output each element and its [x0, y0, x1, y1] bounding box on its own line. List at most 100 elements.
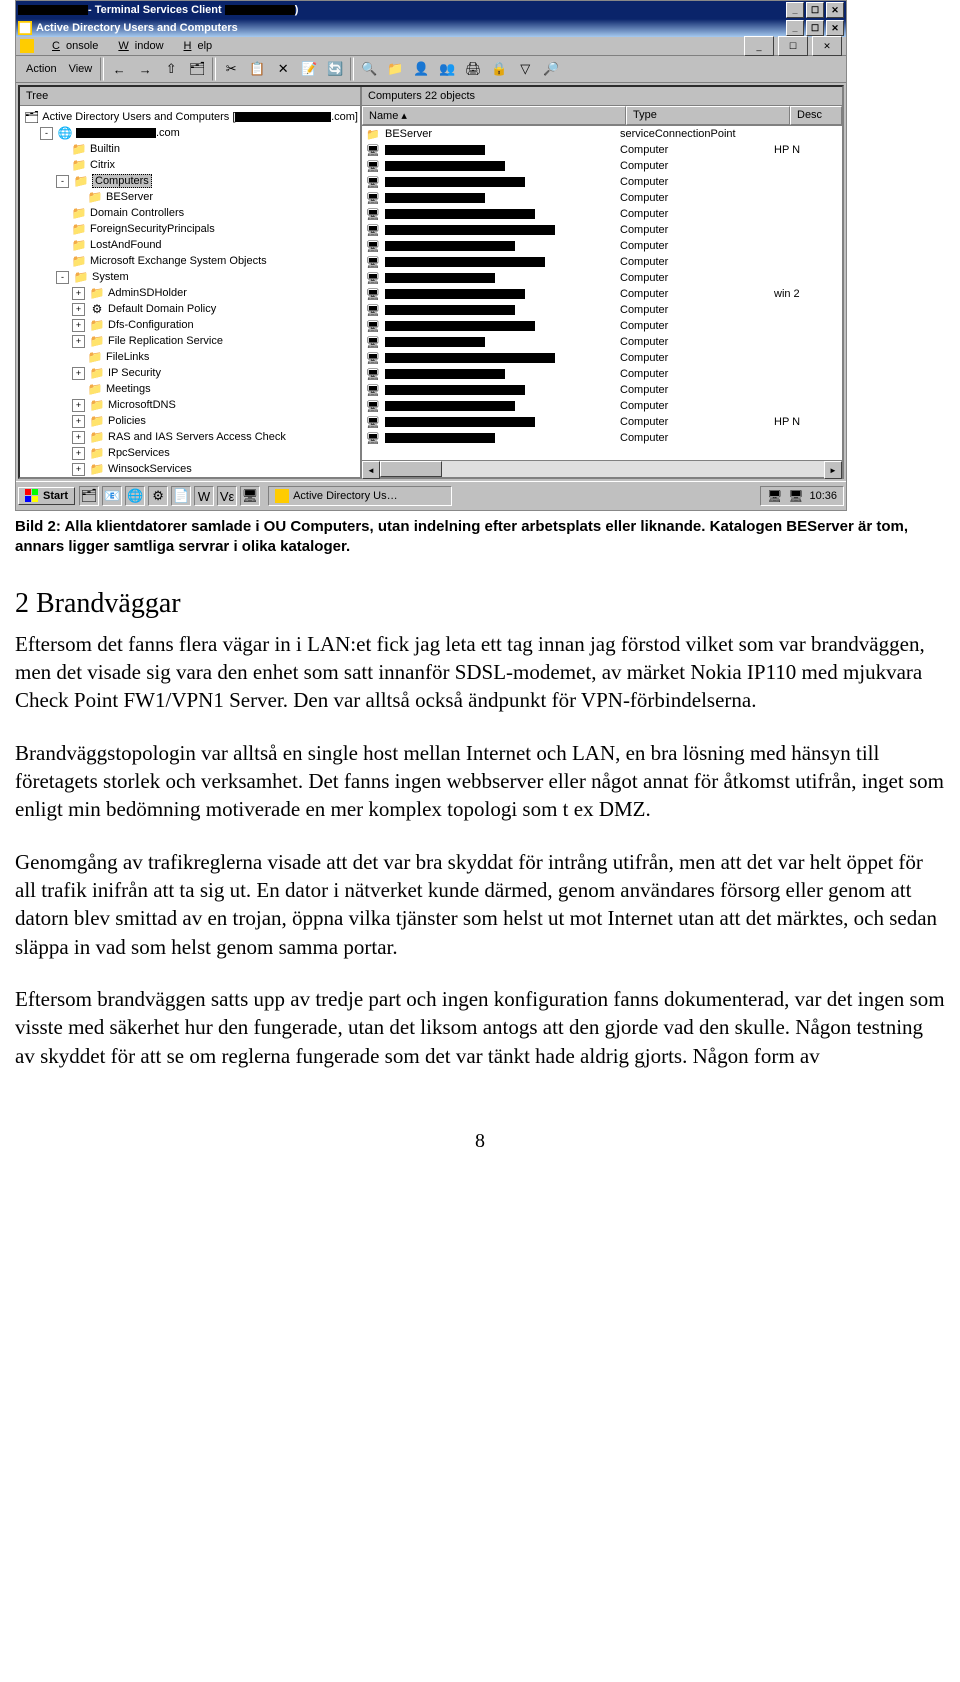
expand-icon[interactable]: +	[72, 463, 85, 476]
quick-launch-icon[interactable]: 🌐	[125, 486, 145, 506]
list-row[interactable]: 🖥Computer	[362, 334, 842, 350]
menu-console[interactable]: Console	[40, 38, 104, 54]
scroll-thumb[interactable]	[380, 461, 442, 477]
expand-icon[interactable]: +	[72, 431, 85, 444]
mmc-close-button[interactable]: ✕	[826, 20, 844, 36]
list-row[interactable]: 🖥Computer	[362, 222, 842, 238]
tree-node[interactable]: +📁Dfs-Configuration	[22, 317, 358, 333]
list-row[interactable]: 🖥Computer	[362, 270, 842, 286]
list-row[interactable]: 🖥Computer	[362, 318, 842, 334]
tree-node[interactable]: 📁ForeignSecurityPrincipals	[22, 221, 358, 237]
expand-icon[interactable]: +	[72, 367, 85, 380]
find-button[interactable]: 🔍	[357, 57, 381, 81]
tree-node[interactable]: +📁AdminSDHolder	[22, 285, 358, 301]
list-row[interactable]: 🖥Computer	[362, 238, 842, 254]
list-row[interactable]: 🖥Computer	[362, 430, 842, 446]
tree-node[interactable]: 📁BEServer	[22, 189, 358, 205]
quick-launch-icon[interactable]: 📧	[102, 486, 122, 506]
doc-close-button[interactable]: ✕	[812, 36, 842, 56]
tree-node[interactable]: +📁File Replication Service	[22, 333, 358, 349]
quick-launch-icon[interactable]: ⚙	[148, 486, 168, 506]
action-menu[interactable]: Action	[20, 63, 63, 75]
col-type[interactable]: Type	[626, 106, 790, 125]
start-button[interactable]: Start	[18, 487, 75, 505]
close-button[interactable]: ✕	[826, 2, 844, 18]
list-body[interactable]: 📁BEServerserviceConnectionPoint 🖥Computer…	[362, 126, 842, 460]
show-hide-button[interactable]: 🗂	[185, 57, 209, 81]
list-row[interactable]: 📁BEServerserviceConnectionPoint	[362, 126, 842, 142]
expand-icon[interactable]: -	[40, 127, 53, 140]
tree-node[interactable]: +📁RpcServices	[22, 445, 358, 461]
tray-icon[interactable]: 🖥	[788, 489, 803, 503]
menu-help[interactable]: Help	[172, 38, 219, 54]
scroll-left-button[interactable]: ◄	[362, 461, 380, 479]
mmc-minimize-button[interactable]: _	[786, 20, 804, 36]
tree-node[interactable]: -📁System	[22, 269, 358, 285]
list-row[interactable]: 🖥Computer	[362, 350, 842, 366]
tree-node[interactable]: +⚙Default Domain Policy	[22, 301, 358, 317]
tree-node[interactable]: 📁Citrix	[22, 157, 358, 173]
filter-button[interactable]: ▽	[513, 57, 537, 81]
expand-icon[interactable]: +	[72, 415, 85, 428]
expand-icon[interactable]: +	[72, 447, 85, 460]
delete-button[interactable]: ✕	[271, 57, 295, 81]
expand-icon[interactable]: -	[56, 271, 69, 284]
scroll-track[interactable]	[380, 461, 824, 477]
minimize-button[interactable]: _	[786, 2, 804, 18]
new-user-button[interactable]: 👤	[409, 57, 433, 81]
tree-root[interactable]: 🗂 Active Directory Users and Computers […	[22, 109, 358, 125]
maximize-button[interactable]: ☐	[806, 2, 824, 18]
list-row[interactable]: 🖥ComputerHP N	[362, 414, 842, 430]
menu-window[interactable]: Window	[106, 38, 169, 54]
forward-button[interactable]: →	[133, 57, 157, 81]
expand-icon[interactable]: +	[72, 399, 85, 412]
back-button[interactable]: ←	[107, 57, 131, 81]
expand-icon[interactable]: +	[72, 335, 85, 348]
tree-node[interactable]: 📁Domain Controllers	[22, 205, 358, 221]
list-row[interactable]: 🖥Computer	[362, 254, 842, 270]
list-row[interactable]: 🖥Computer	[362, 174, 842, 190]
expand-icon[interactable]: +	[72, 287, 85, 300]
col-name[interactable]: Name ▴	[362, 106, 626, 125]
mmc-maximize-button[interactable]: ☐	[806, 20, 824, 36]
list-row[interactable]: 🖥Computer	[362, 190, 842, 206]
h-scrollbar[interactable]: ◄ ►	[362, 460, 842, 477]
properties-button[interactable]: 📝	[297, 57, 321, 81]
task-button-aduc[interactable]: Active Directory Us…	[268, 486, 452, 506]
tree-node[interactable]: +📁Policies	[22, 413, 358, 429]
tree-node[interactable]: +📁WinsockServices	[22, 461, 358, 477]
quick-launch-icon[interactable]: W	[194, 486, 214, 506]
tree-node[interactable]: 📁Meetings	[22, 381, 358, 397]
up-button[interactable]: ⇧	[159, 57, 183, 81]
tree-node[interactable]: +📁MicrosoftDNS	[22, 397, 358, 413]
list-row[interactable]: 🖥Computer	[362, 398, 842, 414]
tree-node[interactable]: 📁Builtin	[22, 141, 358, 157]
quick-launch-icon[interactable]: 🗂	[79, 486, 99, 506]
new-group-button[interactable]: 👥	[435, 57, 459, 81]
tree-node[interactable]: 📁Microsoft Exchange System Objects	[22, 253, 358, 269]
new-computer-button[interactable]: 🔒	[487, 57, 511, 81]
tree-node[interactable]: +📁RAS and IAS Servers Access Check	[22, 429, 358, 445]
view-menu[interactable]: View	[63, 63, 99, 75]
tree-node[interactable]: -🌐.com	[22, 125, 358, 141]
new-ou-button[interactable]: 📁	[383, 57, 407, 81]
paste-button[interactable]: 📋	[245, 57, 269, 81]
expand-icon[interactable]: +	[72, 319, 85, 332]
list-row[interactable]: 🖥Computer	[362, 382, 842, 398]
tray-icon[interactable]: 🖥	[767, 489, 782, 503]
list-row[interactable]: 🖥Computer	[362, 158, 842, 174]
tree-node[interactable]: 📁FileLinks	[22, 349, 358, 365]
scroll-right-button[interactable]: ►	[824, 461, 842, 479]
tree-node[interactable]: 📁LostAndFound	[22, 237, 358, 253]
list-row[interactable]: 🖥Computer	[362, 366, 842, 382]
tree-node[interactable]: +📁IP Security	[22, 365, 358, 381]
refresh-button[interactable]: 🔄	[323, 57, 347, 81]
quick-launch-icon[interactable]: Vε	[217, 486, 237, 506]
doc-restore-button[interactable]: ☐	[778, 36, 808, 56]
tree-node[interactable]: -📁Computers	[22, 173, 358, 189]
col-desc[interactable]: Desc	[790, 106, 842, 125]
list-row[interactable]: 🖥Computerwin 2	[362, 286, 842, 302]
quick-launch-icon[interactable]: 🖥	[240, 486, 260, 506]
new-printer-button[interactable]: 🖨	[461, 57, 485, 81]
list-row[interactable]: 🖥Computer	[362, 302, 842, 318]
